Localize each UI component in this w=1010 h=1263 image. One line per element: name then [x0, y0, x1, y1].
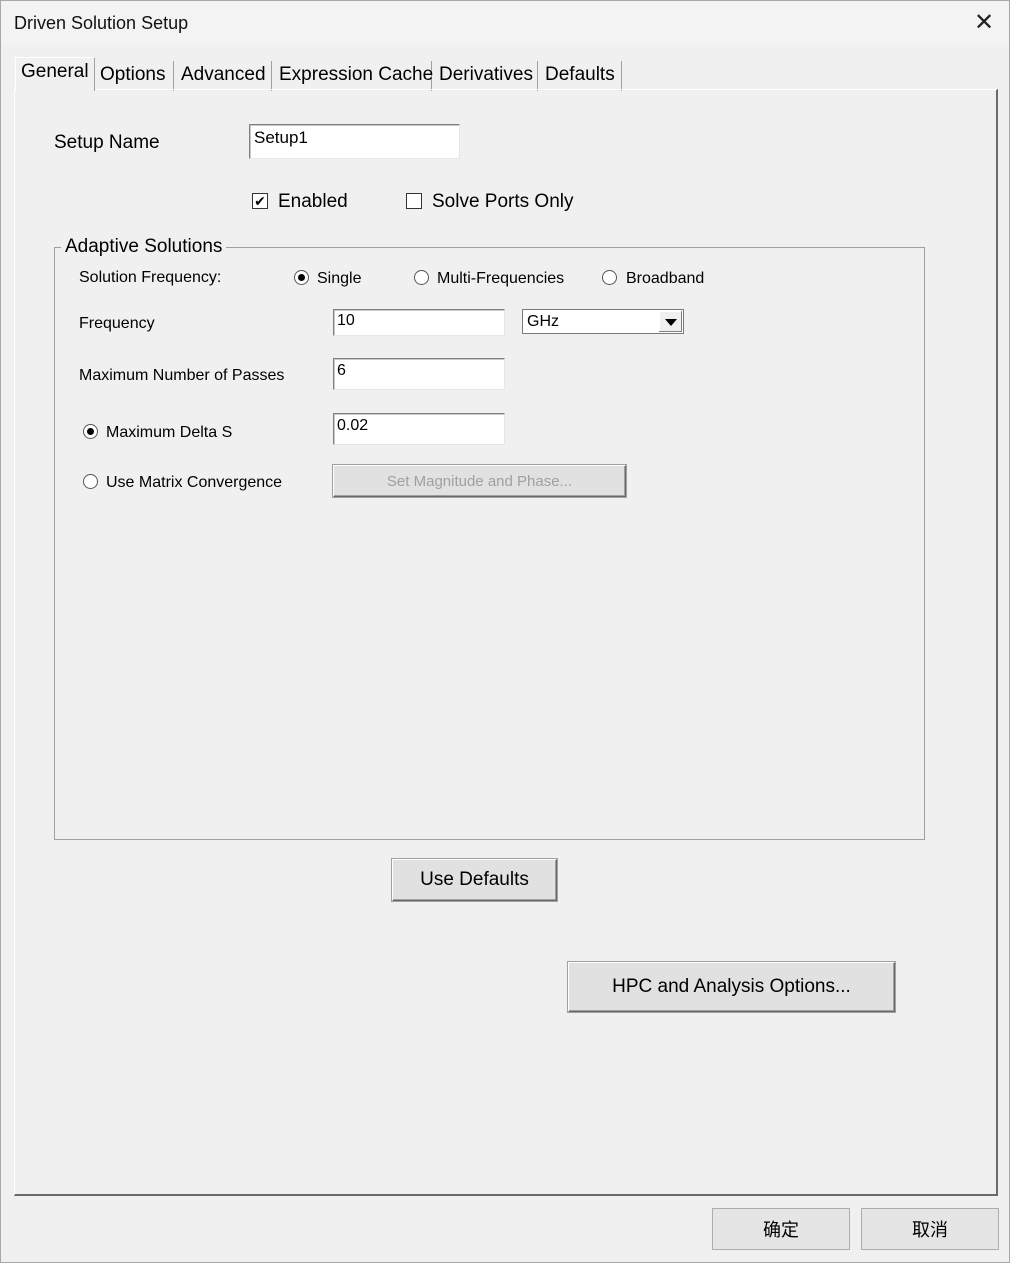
- broadband-radio-label: Broadband: [626, 270, 705, 287]
- chevron-down-icon[interactable]: [658, 311, 682, 332]
- frequency-unit-value: GHz: [527, 313, 559, 330]
- set-magnitude-phase-button[interactable]: Set Magnitude and Phase...: [333, 465, 626, 497]
- close-icon[interactable]: ✕: [967, 7, 1001, 39]
- max-delta-s-input[interactable]: 0.02: [333, 413, 505, 445]
- dialog-window: Driven Solution Setup ✕ General Options …: [0, 0, 1010, 1263]
- tab-options[interactable]: Options: [95, 61, 174, 91]
- window-title: Driven Solution Setup: [14, 13, 189, 33]
- max-delta-s-radio[interactable]: [83, 424, 98, 439]
- adaptive-solutions-title: Adaptive Solutions: [61, 236, 227, 258]
- ok-button[interactable]: 确定: [712, 1208, 850, 1250]
- solve-ports-only-label: Solve Ports Only: [432, 191, 574, 212]
- tab-defaults[interactable]: Defaults: [540, 61, 622, 91]
- hpc-analysis-options-button[interactable]: HPC and Analysis Options...: [568, 962, 895, 1012]
- frequency-label: Frequency: [79, 315, 155, 332]
- multi-frequencies-radio[interactable]: [414, 270, 429, 285]
- use-defaults-button[interactable]: Use Defaults: [392, 859, 557, 901]
- single-radio[interactable]: [294, 270, 309, 285]
- frequency-unit-select[interactable]: GHz: [522, 309, 684, 334]
- frequency-input[interactable]: 10: [333, 309, 505, 336]
- broadband-radio[interactable]: [602, 270, 617, 285]
- use-matrix-convergence-label: Use Matrix Convergence: [106, 474, 283, 491]
- max-passes-input[interactable]: 6: [333, 358, 505, 390]
- setup-name-input[interactable]: Setup1: [249, 124, 460, 159]
- tab-expression-cache[interactable]: Expression Cache: [274, 61, 433, 91]
- solve-ports-only-checkbox[interactable]: [406, 193, 422, 209]
- tab-general[interactable]: General: [15, 57, 95, 91]
- cancel-button[interactable]: 取消: [861, 1208, 999, 1250]
- max-delta-s-label: Maximum Delta S: [106, 424, 233, 441]
- enabled-label: Enabled: [278, 191, 348, 212]
- solution-frequency-label: Solution Frequency:: [79, 269, 222, 286]
- enabled-checkbox[interactable]: ✔: [252, 193, 268, 209]
- tab-advanced[interactable]: Advanced: [176, 61, 272, 91]
- title-bar[interactable]: Driven Solution Setup ✕: [1, 1, 1009, 45]
- use-matrix-convergence-radio[interactable]: [83, 474, 98, 489]
- tab-derivatives[interactable]: Derivatives: [434, 61, 538, 91]
- setup-name-label: Setup Name: [54, 132, 160, 153]
- multi-frequencies-radio-label: Multi-Frequencies: [437, 270, 565, 287]
- max-passes-label: Maximum Number of Passes: [79, 367, 285, 384]
- single-radio-label: Single: [317, 270, 362, 287]
